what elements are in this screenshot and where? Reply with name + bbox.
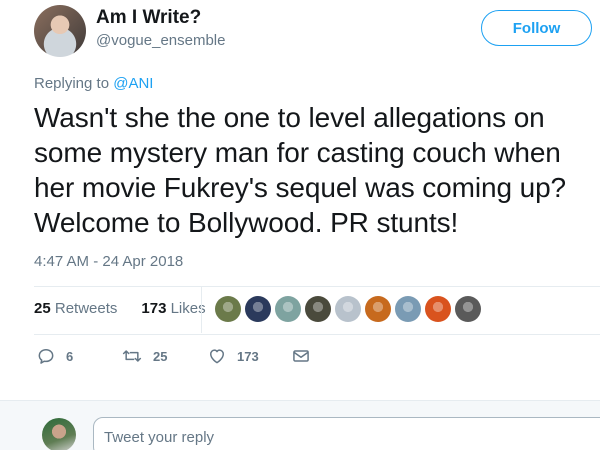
- tweet-text-line: some mystery man for casting couch when: [34, 137, 561, 168]
- likes-stat[interactable]: 173 Likes: [141, 300, 205, 317]
- likes-stat-count: 173: [141, 300, 167, 317]
- tweet-text-line: Wasn't she the one to level allegations …: [34, 102, 545, 133]
- reply-input[interactable]: Tweet your reply: [93, 417, 600, 450]
- tweet-text-line: Welcome to Bollywood. PR stunts!: [34, 207, 459, 238]
- liker-avatar[interactable]: [245, 296, 271, 322]
- liker-avatars: [215, 296, 481, 322]
- liker-avatar[interactable]: [395, 296, 421, 322]
- reply-count: 6: [66, 348, 74, 364]
- retweet-action[interactable]: 25: [121, 346, 207, 366]
- tweet-stats: 25 Retweets 173 Likes: [34, 300, 206, 317]
- tweet-timestamp[interactable]: 4:47 AM - 24 Apr 2018: [34, 253, 183, 270]
- like-count: 173: [237, 348, 259, 364]
- liker-avatar[interactable]: [215, 296, 241, 322]
- liker-avatar[interactable]: [335, 296, 361, 322]
- retweets-stat[interactable]: 25 Retweets: [34, 300, 117, 317]
- like-action[interactable]: 173: [207, 346, 291, 366]
- replying-to: Replying to @ANI: [34, 75, 153, 92]
- stats-separator: [201, 287, 202, 333]
- retweet-icon: [121, 346, 143, 366]
- reply-icon: [36, 346, 56, 366]
- tweet-text-line: her movie Fukrey's sequel was coming up?: [34, 172, 567, 203]
- divider: [34, 286, 600, 287]
- liker-avatar[interactable]: [305, 296, 331, 322]
- replying-to-mention-link[interactable]: @ANI: [113, 75, 153, 92]
- divider: [34, 334, 600, 335]
- liker-avatar[interactable]: [455, 296, 481, 322]
- reply-action[interactable]: 6: [36, 346, 121, 366]
- follow-button[interactable]: Follow: [481, 10, 592, 46]
- liker-avatar[interactable]: [275, 296, 301, 322]
- author-handle[interactable]: @vogue_ensemble: [96, 32, 225, 49]
- retweets-stat-count: 25: [34, 300, 51, 317]
- replying-to-prefix: Replying to: [34, 75, 110, 92]
- current-user-avatar: [42, 418, 76, 450]
- heart-icon: [207, 346, 227, 366]
- direct-message-action[interactable]: [291, 346, 311, 366]
- liker-avatar[interactable]: [365, 296, 391, 322]
- retweets-stat-label: Retweets: [54, 300, 118, 317]
- tweet-actions: 6 25 173: [36, 346, 311, 366]
- author-avatar[interactable]: [34, 5, 86, 57]
- retweet-count: 25: [153, 348, 168, 364]
- liker-avatar[interactable]: [425, 296, 451, 322]
- author-display-name[interactable]: Am I Write?: [96, 7, 201, 29]
- tweet-text: Wasn't she the one to level allegations …: [34, 100, 600, 240]
- envelope-icon: [291, 346, 311, 366]
